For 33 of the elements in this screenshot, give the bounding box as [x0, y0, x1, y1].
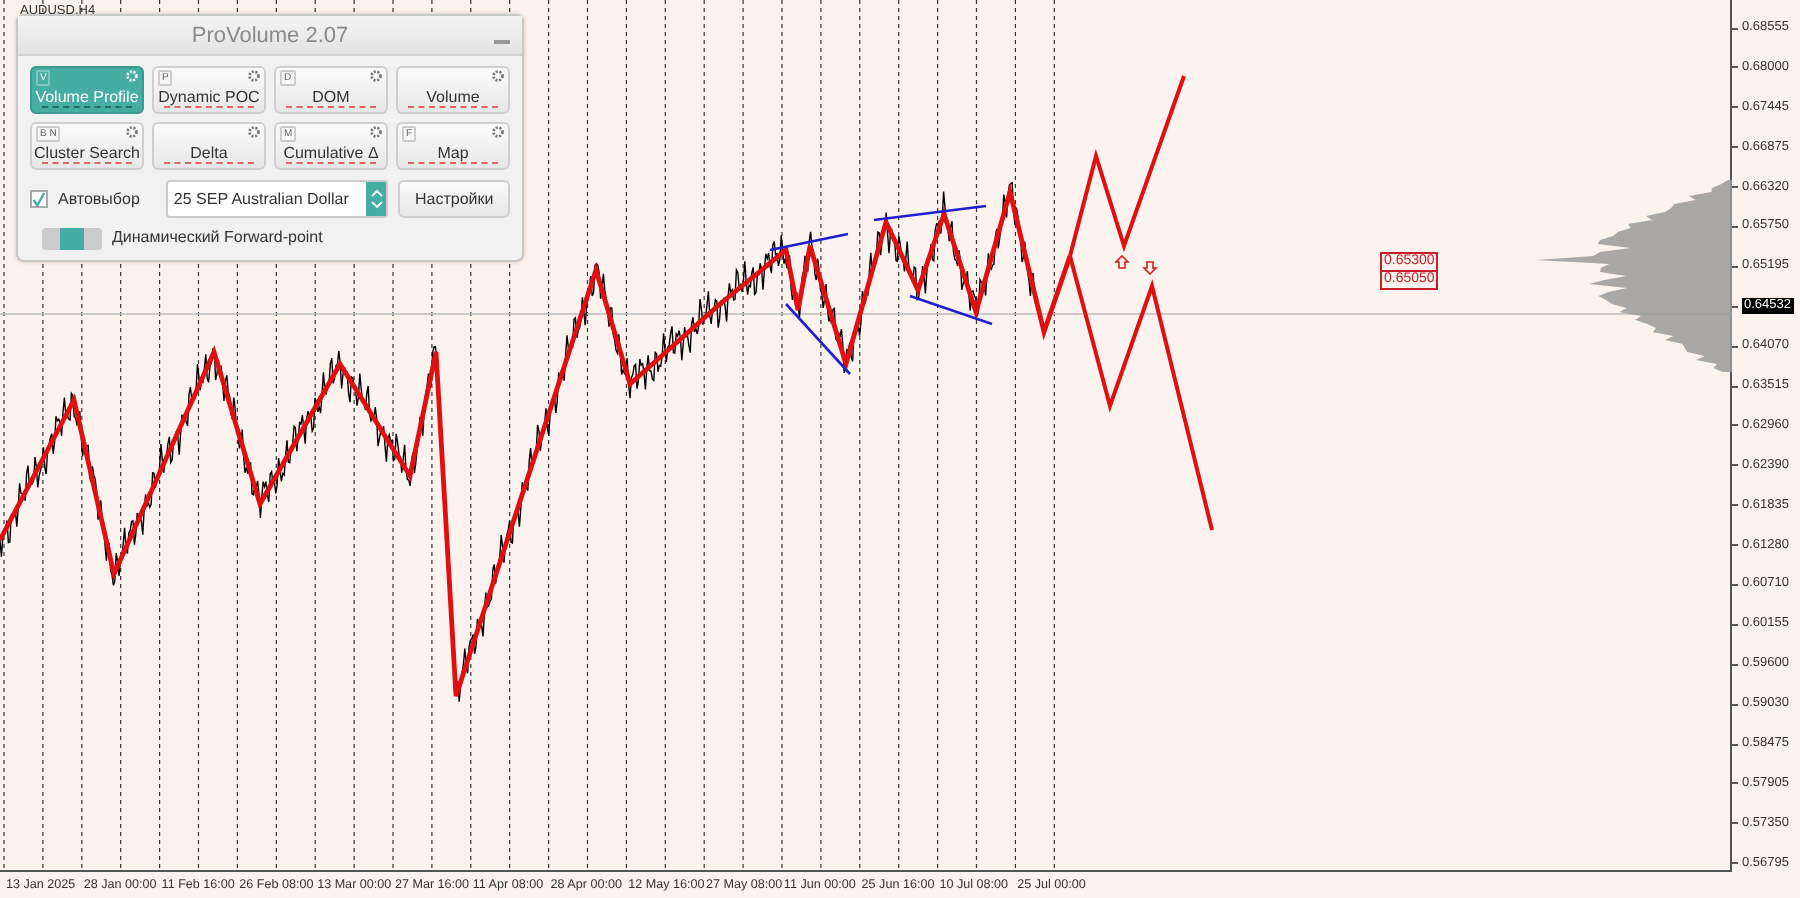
panel-title: ProVolume 2.07	[191, 24, 349, 48]
gear-icon[interactable]	[370, 70, 382, 82]
gear-icon[interactable]	[126, 126, 138, 138]
trend-line	[769, 232, 849, 252]
instrument-field[interactable]: 25 SEP Australian Dollar	[167, 182, 367, 216]
arrow-down-icon	[1142, 261, 1158, 276]
indicator-strip-icon	[408, 162, 498, 164]
chevron-up-down-icon[interactable]	[369, 188, 384, 210]
trend-line	[873, 204, 987, 222]
trend-line	[785, 303, 851, 375]
tool-button[interactable]: Volume	[396, 66, 510, 114]
indicator-strip-icon	[42, 106, 132, 108]
gear-icon[interactable]	[248, 126, 260, 138]
gear-icon[interactable]	[248, 70, 260, 82]
gear-icon[interactable]	[370, 126, 382, 138]
trend-line	[909, 294, 993, 326]
indicator-strip-icon	[164, 106, 254, 108]
indicator-strip-icon	[408, 106, 498, 108]
gear-icon[interactable]	[492, 126, 504, 138]
indicator-strip-icon	[286, 106, 376, 108]
indicator-strip-icon	[42, 162, 132, 164]
checkbox-label: Автовыбор	[58, 187, 140, 211]
toggle-label: Динамический Forward-point	[112, 226, 323, 250]
checkbox[interactable]	[30, 190, 48, 208]
arrow-up-icon	[1114, 254, 1130, 269]
tool-button[interactable]: Delta	[152, 122, 266, 170]
indicator-strip-icon	[164, 162, 254, 164]
settings-button[interactable]: Настройки	[398, 180, 510, 218]
spinner-button[interactable]	[366, 182, 387, 216]
gear-icon[interactable]	[492, 70, 504, 82]
indicator-strip-icon	[286, 162, 376, 164]
instrument-dropdown[interactable]: 25 SEP Australian Dollar	[165, 180, 389, 218]
toggle-switch[interactable]	[42, 227, 102, 249]
